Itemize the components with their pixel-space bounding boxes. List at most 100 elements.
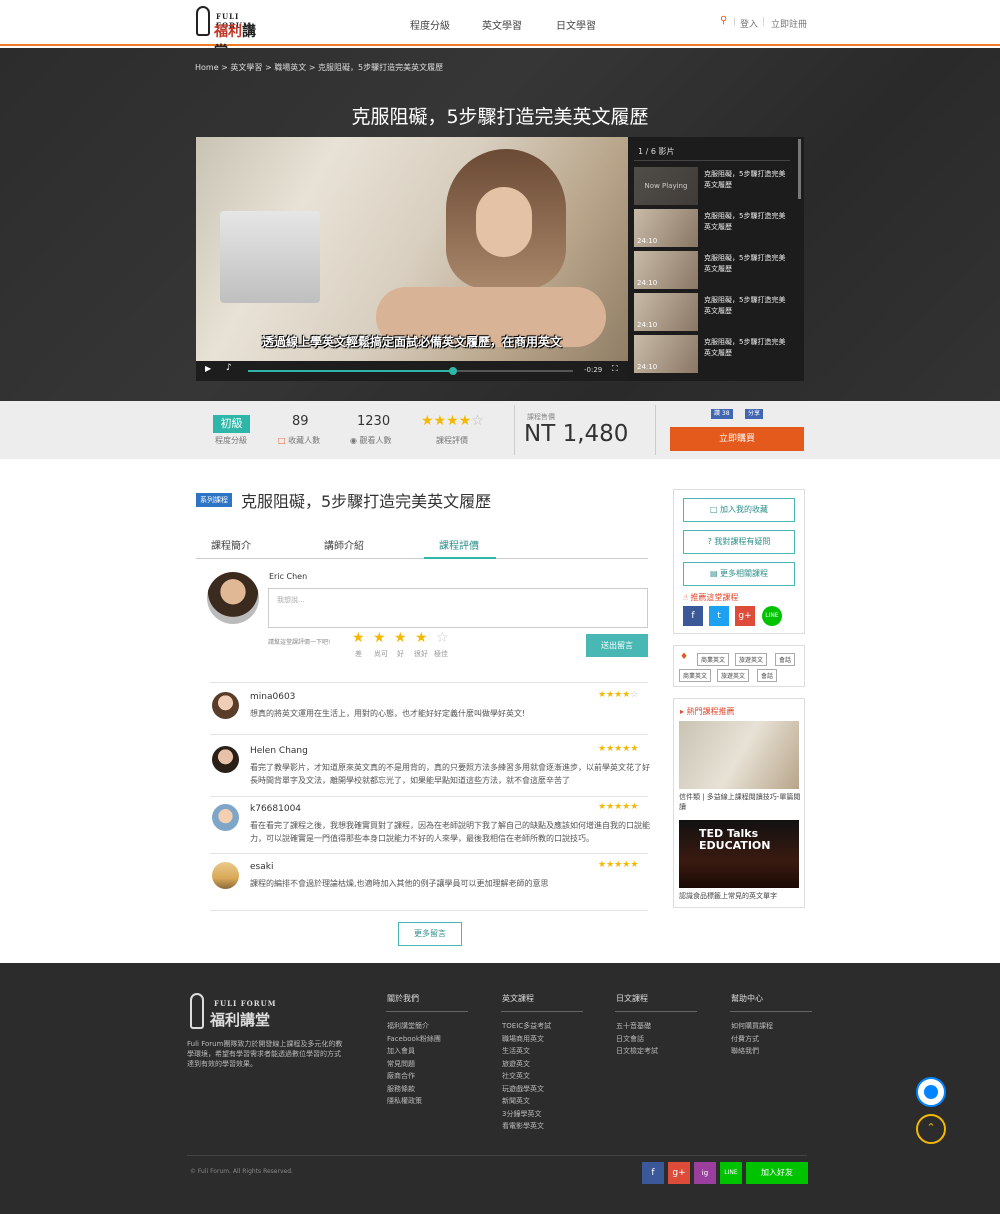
breadcrumb[interactable]: Home > 英文學習 > 職場英文 > 克服阻礙，5步驟打造完美英文履歷 [195, 62, 443, 73]
line-icon[interactable]: LINE [720, 1162, 742, 1184]
footer-link[interactable]: 如何購買課程 [731, 1020, 773, 1033]
footer-link[interactable]: 職場商用英文 [502, 1033, 551, 1046]
nav-english[interactable]: 英文學習 [482, 17, 522, 32]
tag[interactable]: 商業英文 [679, 669, 712, 682]
footer-link[interactable]: 生活英文 [502, 1045, 551, 1058]
course-info-bar: 初級 程度分級 89 □ 收藏人數 1230 ◉ 觀看人數 ★★★★☆ 課程評價… [0, 401, 1000, 459]
facebook-icon[interactable]: f [683, 606, 703, 626]
back-to-top-icon[interactable]: ⌃ [916, 1114, 946, 1144]
add-favorite-button[interactable]: □ 加入我的收藏 [683, 498, 795, 522]
fb-share-button[interactable]: 分享 [745, 409, 764, 419]
rating-star-icon: ★ [606, 690, 615, 700]
instagram-icon[interactable]: ig [694, 1162, 716, 1184]
footer-link[interactable]: 服務條款 [387, 1083, 441, 1096]
rating-star-icon: ☆ [630, 690, 639, 700]
messenger-icon[interactable] [916, 1077, 946, 1107]
hot-course-image[interactable]: TED Talks EDUCATION [679, 820, 799, 888]
ask-question-button[interactable]: ? 我對課程有疑問 [683, 530, 795, 554]
footer-link[interactable]: 日文檢定考試 [616, 1045, 658, 1058]
hot-course-caption[interactable]: 信件類 | 多益線上課程閱讀技巧-單篇閱讀 [679, 792, 803, 812]
progress-handle[interactable] [448, 367, 457, 375]
play-icon[interactable]: ▶ [205, 364, 211, 373]
microphone-icon [196, 6, 210, 36]
footer-link[interactable]: 旅遊英文 [502, 1058, 551, 1071]
rate-star-5[interactable]: ☆ [436, 630, 449, 646]
footer-link[interactable]: Facebook粉絲團 [387, 1033, 441, 1046]
tag[interactable]: 旅遊英文 [717, 669, 750, 682]
progress-fill [248, 370, 453, 372]
rate-star-3[interactable]: ★ [394, 630, 407, 646]
nav-level[interactable]: 程度分級 [410, 17, 450, 32]
rating-star-icon: ★ [421, 413, 434, 429]
related-courses-button[interactable]: ▤ 更多相關課程 [683, 562, 795, 586]
video-thumbnail: 24:10 [634, 335, 698, 373]
laptop-image [220, 211, 320, 303]
video-player[interactable]: 透過線上學英文輕鬆搞定面試必備英文履歷，在商用英文 ▶ ♪ -0:29 ⛶ [196, 137, 628, 381]
tab-intro[interactable]: 課程簡介 [211, 537, 251, 552]
nav-japanese[interactable]: 日文學習 [556, 17, 596, 32]
footer-link[interactable]: 社交英文 [502, 1070, 551, 1083]
tag[interactable]: 會話 [757, 669, 778, 682]
footer-link[interactable]: 加入會員 [387, 1045, 441, 1058]
rating-star-icon: ★ [598, 690, 607, 700]
bookmark-icon: □ [709, 505, 718, 514]
rate-star-2[interactable]: ★ [373, 630, 386, 646]
footer-link[interactable]: 福利講堂簡介 [387, 1020, 441, 1033]
rating-star-icon: ★ [446, 413, 459, 429]
question-icon: ? [707, 537, 712, 546]
tab-instructor[interactable]: 講師介紹 [324, 537, 364, 552]
footer-link[interactable]: 玩遊戲學英文 [502, 1083, 551, 1096]
footer-link[interactable]: 3分鐘學英文 [502, 1108, 551, 1121]
volume-icon[interactable]: ♪ [226, 363, 232, 373]
tag[interactable]: 會話 [775, 653, 796, 666]
buy-now-button[interactable]: 立即購買 [670, 427, 804, 451]
footer-link[interactable]: 看電影學英文 [502, 1120, 551, 1133]
playlist-scrollbar[interactable] [798, 139, 801, 199]
search-icon[interactable]: ⚲ [720, 15, 727, 26]
footer-link[interactable]: 廠商合作 [387, 1070, 441, 1083]
reviewer-name: mina0603 [250, 692, 296, 702]
playlist-item[interactable]: 24:10 克服阻礙，5步驟打造完美英文履歷 [634, 251, 790, 289]
google-plus-icon[interactable]: g+ [668, 1162, 690, 1184]
submit-comment-button[interactable]: 送出留言 [586, 634, 648, 657]
course-title: 克服阻礙，5步驟打造完美英文履歷 [241, 492, 492, 511]
tag-icon: ♦ [680, 652, 689, 662]
footer-link[interactable]: 日文會話 [616, 1033, 658, 1046]
playlist-item[interactable]: 24:10 克服阻礙，5步驟打造完美英文履歷 [634, 293, 790, 331]
playlist-item[interactable]: Now Playing 克服阻礙，5步驟打造完美英文履歷 [634, 167, 790, 205]
hot-course-caption[interactable]: 認識食品標籤上常見的英文單字 [679, 891, 803, 901]
video-controls: ▶ ♪ -0:29 ⛶ [196, 361, 628, 381]
hot-course-image[interactable] [679, 721, 799, 789]
footer-link[interactable]: 常見問題 [387, 1058, 441, 1071]
add-friend-button[interactable]: 加入好友 [746, 1162, 808, 1184]
rate-star-4[interactable]: ★ [415, 630, 428, 646]
playlist-item[interactable]: 24:10 克服阻礙，5步驟打造完美英文履歷 [634, 335, 790, 373]
footer-link[interactable]: 五十音基礎 [616, 1020, 658, 1033]
microphone-icon [190, 993, 204, 1029]
twitter-icon[interactable]: t [709, 606, 729, 626]
google-plus-icon[interactable]: g+ [735, 606, 755, 626]
playlist-item[interactable]: 24:10 克服阻礙，5步驟打造完美英文履歷 [634, 209, 790, 247]
footer-link[interactable]: 付費方式 [731, 1033, 773, 1046]
comment-input[interactable]: 我想說... [268, 588, 648, 628]
fb-like-button[interactable]: 讚 38 [711, 409, 733, 419]
footer-link[interactable]: 隱私權政策 [387, 1095, 441, 1108]
fullscreen-icon[interactable]: ⛶ [612, 364, 618, 374]
more-comments-button[interactable]: 更多留言 [398, 922, 462, 946]
facebook-icon[interactable]: f [642, 1162, 664, 1184]
rating-star-icon: ★ [606, 860, 615, 870]
footer-link[interactable]: 新聞英文 [502, 1095, 551, 1108]
progress-bar[interactable] [248, 367, 573, 375]
video-thumbnail: 24:10 [634, 209, 698, 247]
footer-link[interactable]: TOEIC多益考試 [502, 1020, 551, 1033]
login-link[interactable]: 登入 [740, 17, 758, 30]
rate-star-1[interactable]: ★ [352, 630, 365, 646]
tab-reviews[interactable]: 課程評價 [439, 537, 479, 552]
line-icon[interactable]: LINE [762, 606, 782, 626]
register-link[interactable]: 立即註冊 [771, 17, 807, 30]
footer-logo[interactable]: 福利講堂 [210, 1009, 270, 1030]
tag[interactable]: 商業英文 [697, 653, 730, 666]
site-logo[interactable]: FULI FORUM 福利講堂 [196, 6, 268, 60]
tag[interactable]: 旅遊英文 [735, 653, 768, 666]
footer-link[interactable]: 聯絡我們 [731, 1045, 773, 1058]
